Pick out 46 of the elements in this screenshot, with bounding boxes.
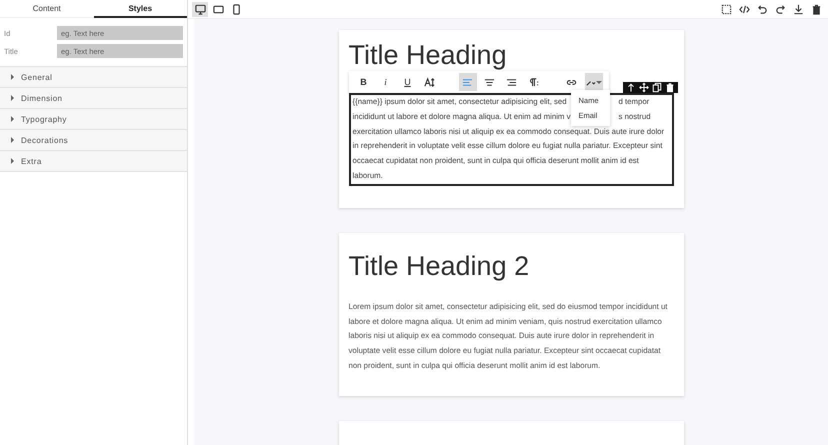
section-label: Dimension [21,94,62,102]
text-editor-box[interactable] [348,93,674,186]
section-header[interactable]: Decorations [0,130,187,151]
section-label: General [21,72,52,82]
up-icon [626,82,636,93]
section-header[interactable]: Dimension [0,88,187,109]
caret-right-icon [10,158,15,164]
tablet-icon [212,4,224,14]
up-button[interactable] [626,82,636,93]
code-icon [738,4,750,14]
bold-button[interactable]: B [354,73,372,91]
desktop-view-button[interactable] [192,2,208,16]
section-header[interactable]: Typography [0,109,187,130]
undo-icon [756,4,768,14]
delete-icon [810,4,822,14]
move-icon [638,82,648,93]
section-label: Decorations [21,136,68,144]
card-title: Title Heading [348,40,508,70]
section-label: Extra [21,156,42,166]
caret-right-icon [10,116,15,122]
redo-icon [774,4,786,14]
variable-button[interactable] [584,73,602,91]
section-header[interactable]: Extra [0,151,187,172]
fontsize-icon [424,76,435,88]
align-right-icon [506,76,517,88]
copy-button[interactable] [652,82,662,93]
delete-button[interactable] [664,82,674,93]
mobile-icon [230,4,242,14]
section-header[interactable]: General [0,67,187,88]
download-icon [792,4,804,14]
caret-right-icon [10,74,15,80]
underline-button[interactable]: U [398,73,416,91]
paragraph-icon [528,76,539,88]
desktop-icon [194,4,206,14]
delete-icon [664,82,674,93]
section-label: Typography [21,114,67,124]
copy-icon [652,82,662,93]
outline-icon [720,4,732,14]
card-title: Title Heading 2 [348,250,530,283]
caret-right-icon [10,95,15,101]
align-center-icon [484,76,495,88]
italic-button[interactable]: i [376,73,394,91]
move-button[interactable] [638,82,648,93]
align-left-icon [462,76,473,88]
caret-down-icon [596,80,602,84]
caret-right-icon [10,137,15,143]
